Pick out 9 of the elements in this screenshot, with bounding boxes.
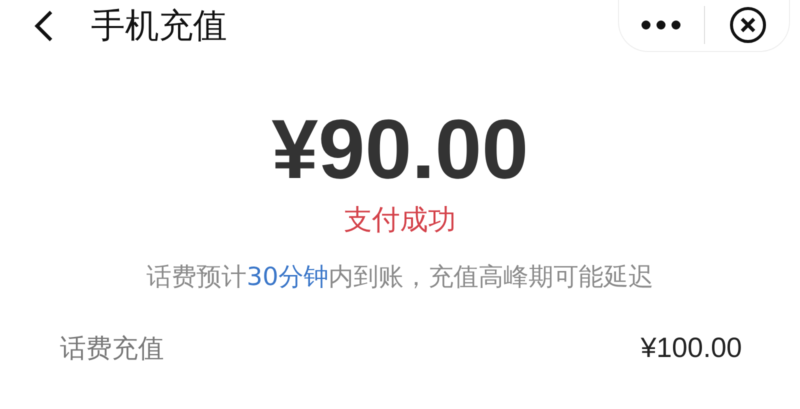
back-icon[interactable] [33,9,55,43]
detail-value: ¥100.00 [640,332,742,364]
more-icon[interactable] [640,20,681,30]
close-icon[interactable] [729,6,768,44]
payment-status: 支付成功 [344,202,456,238]
page-title: 手机充值 [91,6,228,46]
payment-amount: ¥90.00 [272,104,528,194]
arrival-notice: 话费预计30分钟内到账，充值高峰期可能延迟 [146,261,654,293]
detail-label: 话费充值 [60,332,164,366]
